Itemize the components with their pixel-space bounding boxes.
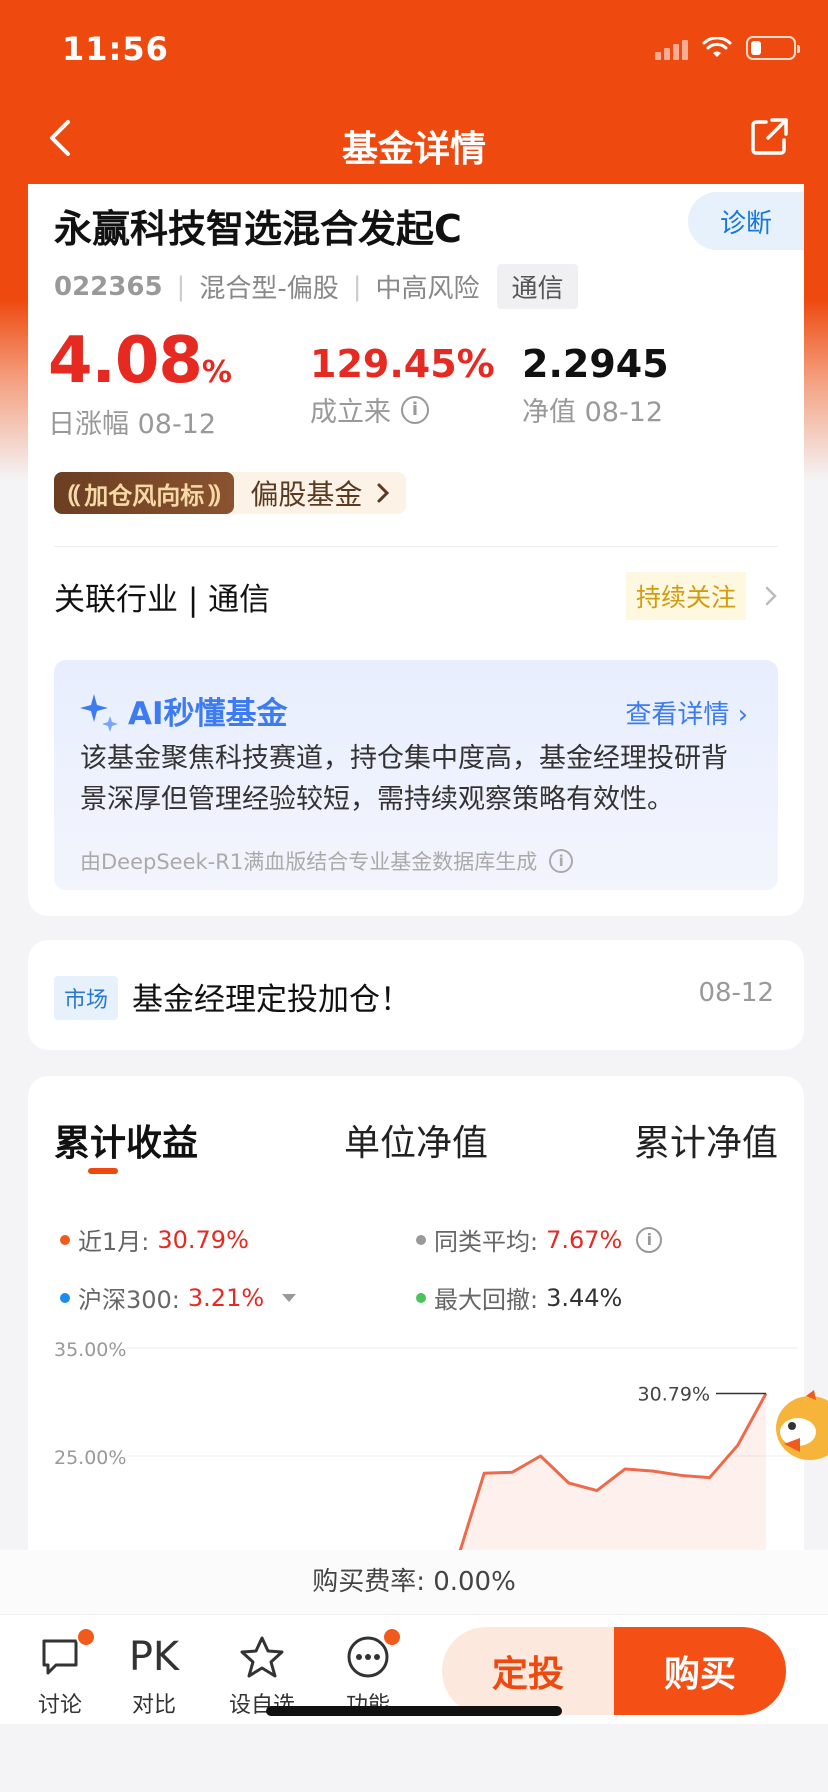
- battery-icon: [746, 36, 800, 60]
- ai-summary-footer: 由DeepSeek-R1满血版结合专业基金数据库生成 i: [80, 846, 574, 876]
- legend-hs300[interactable]: 沪深300: 3.21%: [60, 1280, 297, 1315]
- chevron-right-icon: [377, 483, 390, 503]
- compare-button[interactable]: PK 对比: [114, 1633, 194, 1719]
- tab-cumulative-nav[interactable]: 累计净值: [634, 1114, 778, 1166]
- buy-button[interactable]: 购买: [614, 1627, 786, 1715]
- sector-tag[interactable]: 通信: [497, 264, 578, 309]
- diagnose-button[interactable]: 诊断: [688, 192, 804, 250]
- sparkle-icon: [80, 693, 118, 732]
- pk-icon: PK: [128, 1634, 180, 1680]
- nav-bar: 基金详情: [0, 100, 828, 188]
- legend-dot: [60, 1234, 70, 1245]
- follow-tag: 持续关注: [625, 572, 746, 620]
- fund-summary-card: 永赢科技智选混合发起C 诊断 022365 | 混合型-偏股 | 中高风险 通信…: [28, 184, 804, 916]
- share-icon[interactable]: [748, 114, 792, 158]
- inception-label: 成立来 i: [310, 390, 495, 429]
- badge-weather-vane: ⸨ 加仓风向标 ⸩: [54, 472, 235, 514]
- divider: [54, 546, 778, 547]
- info-icon[interactable]: i: [549, 849, 574, 873]
- ai-summary-text: 该基金聚焦科技赛道，持仓集中度高，基金经理投研背景深厚但管理经验较短，需持续观察…: [80, 743, 728, 815]
- end-value-label: 30.79%: [638, 1383, 710, 1405]
- auto-invest-button[interactable]: 定投: [442, 1627, 614, 1715]
- fund-name: 永赢科技智选混合发起C: [54, 207, 462, 251]
- daily-change-stat: 4.08% 日涨幅 08-12: [48, 324, 232, 441]
- news-date: 08-12: [698, 978, 774, 1008]
- news-title: 基金经理定投加仓！: [132, 982, 411, 1018]
- laurel-icon: ⸨: [68, 479, 81, 508]
- fund-code: 022365: [54, 271, 163, 302]
- status-icons: [655, 36, 800, 60]
- home-indicator[interactable]: [266, 1706, 562, 1716]
- fund-meta: 022365 | 混合型-偏股 | 中高风险 通信: [54, 264, 578, 309]
- inception-stat: 129.45% 成立来 i: [310, 324, 495, 429]
- ai-summary-title: AI秒懂基金: [78, 688, 288, 733]
- y-tick-label: 25.00%: [54, 1447, 126, 1469]
- ai-view-details-link[interactable]: 查看详情 ›: [625, 694, 748, 731]
- separator: |: [352, 271, 362, 302]
- fund-risk: 中高风险: [375, 274, 480, 304]
- notification-dot: [382, 1627, 402, 1647]
- nav-value: 2.2945: [522, 342, 669, 386]
- news-tag: 市场: [54, 976, 119, 1020]
- chevron-right-icon: ›: [737, 700, 748, 730]
- series-area: [456, 1393, 766, 1556]
- signal-icon: [655, 36, 688, 60]
- chart-tabs: 累计收益 单位净值 累计净值: [54, 1114, 778, 1166]
- legend-max-drawdown: 最大回撤: 3.44%: [416, 1280, 622, 1315]
- info-icon[interactable]: i: [636, 1226, 663, 1253]
- star-icon: [240, 1636, 284, 1678]
- nav-label: 净值 08-12: [522, 397, 664, 428]
- separator: |: [176, 271, 186, 302]
- home-area: [0, 1724, 828, 1792]
- tab-cumulative-return[interactable]: 累计收益: [54, 1114, 198, 1166]
- caret-down-icon: [282, 1293, 297, 1302]
- wifi-icon: [702, 37, 732, 57]
- legend-dot: [60, 1292, 70, 1303]
- legend-1m: 近1月: 30.79%: [60, 1222, 249, 1257]
- related-industry-row[interactable]: 关联行业 | 通信 持续关注: [54, 558, 778, 634]
- chat-bubble-icon: [42, 1639, 78, 1675]
- industry-right: 持续关注: [625, 572, 778, 620]
- legend-dot: [416, 1234, 426, 1245]
- legend-dot: [416, 1292, 426, 1303]
- notification-dot: [76, 1627, 96, 1647]
- inception-value: 129.45%: [310, 342, 495, 386]
- purchase-fee-bar: 购买费率: 0.00%: [0, 1550, 828, 1614]
- laurel-icon: ⸩: [208, 479, 221, 508]
- status-bar: 11:56: [0, 0, 828, 100]
- daily-change-label: 日涨幅 08-12: [48, 409, 217, 440]
- chevron-right-icon: [765, 586, 777, 606]
- industry-label: 关联行业 | 通信: [54, 581, 271, 618]
- info-icon[interactable]: i: [401, 395, 429, 424]
- active-tab-indicator: [88, 1168, 118, 1174]
- news-card[interactable]: 市场 基金经理定投加仓！ 08-12: [28, 940, 804, 1050]
- mascot-icon[interactable]: [770, 1388, 828, 1468]
- y-tick-label: 35.00%: [54, 1339, 126, 1361]
- ai-summary-box[interactable]: AI秒懂基金 查看详情 › 该基金聚焦科技赛道，持仓集中度高，基金经理投研背景深…: [54, 660, 778, 890]
- cumulative-return-chart[interactable]: 35.00% 25.00% 30.79%: [28, 1326, 804, 1556]
- legend-category-average: 同类平均: 7.67% i: [416, 1222, 663, 1257]
- tab-unit-nav[interactable]: 单位净值: [344, 1114, 488, 1166]
- discuss-button[interactable]: 讨论: [20, 1627, 100, 1719]
- nav-stat: 2.2945 净值 08-12: [522, 324, 669, 429]
- fund-badge[interactable]: ⸨ 加仓风向标 ⸩ 偏股基金: [54, 472, 407, 514]
- page-title: 基金详情: [341, 129, 486, 170]
- status-time: 11:56: [62, 30, 169, 68]
- fund-type: 混合型-偏股: [199, 274, 339, 304]
- performance-chart-card: 累计收益 单位净值 累计净值 近1月: 30.79% 同类平均: 7.67% i 沪…: [28, 1076, 804, 1556]
- badge-fund-category: 偏股基金: [234, 473, 406, 513]
- daily-change-value: 4.08%: [48, 324, 232, 398]
